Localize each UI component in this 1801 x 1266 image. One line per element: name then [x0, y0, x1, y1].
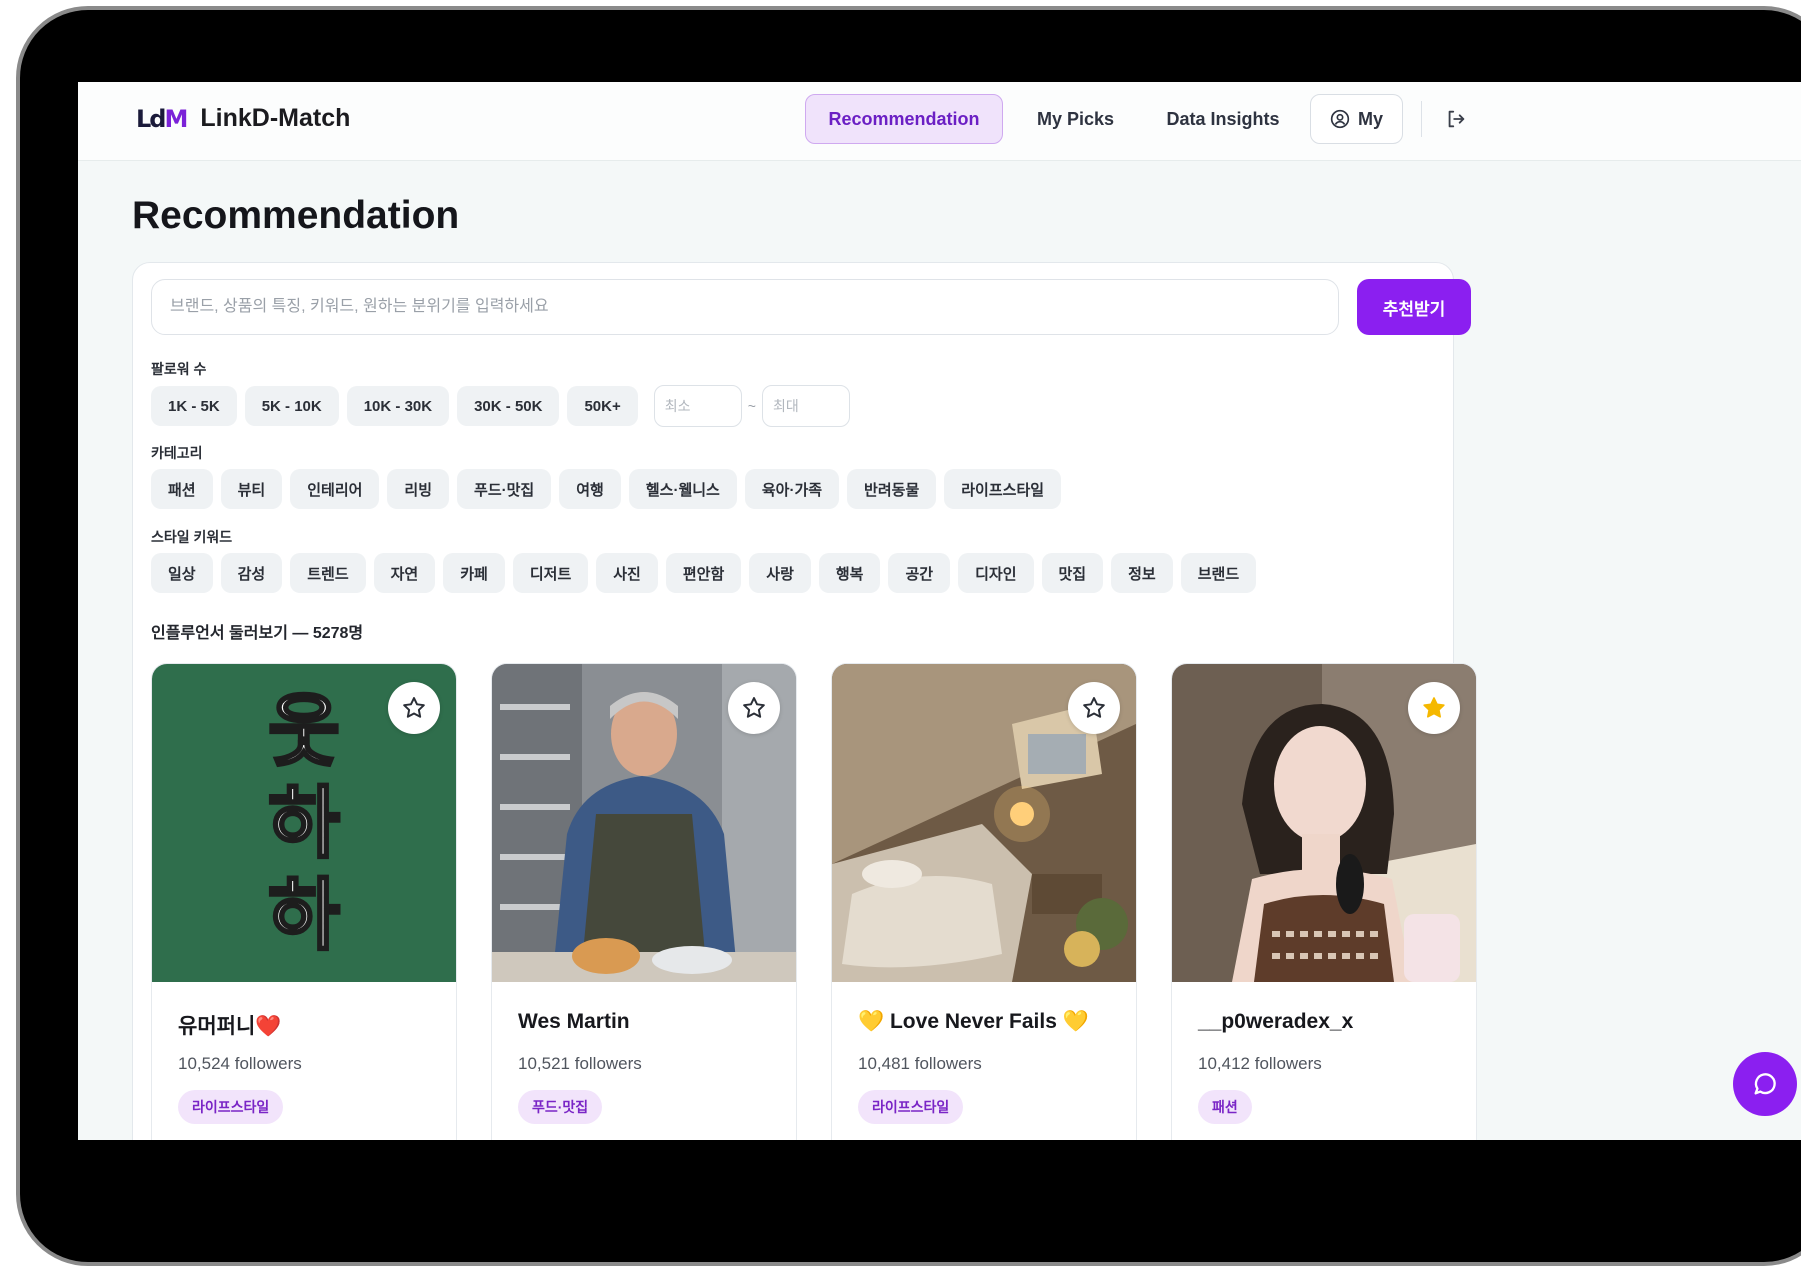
- category-chip[interactable]: 반려동물: [847, 469, 937, 509]
- favorite-button[interactable]: [1408, 682, 1460, 734]
- style-chip[interactable]: 디자인: [958, 553, 1034, 593]
- logo-mark: LdM: [136, 104, 188, 133]
- app-name: LinkD-Match: [200, 104, 351, 132]
- style-chip[interactable]: 사진: [596, 553, 658, 593]
- image-text: 웃하하: [267, 686, 342, 963]
- app-screen: LdM LinkD-Match Recommendation My Picks …: [78, 82, 1801, 1140]
- category-chip[interactable]: 여행: [559, 469, 621, 509]
- influencer-card[interactable]: 💛 Love Never Fails 💛 10,481 followers 라이…: [831, 663, 1137, 1140]
- influencer-followers: 10,521 followers: [518, 1054, 642, 1073]
- influencer-card-list: 웃하하 유머퍼니❤️ 10,524 followers 라이프스타일 Wes M…: [151, 663, 1477, 1140]
- influencer-card[interactable]: Wes Martin 10,521 followers 푸드·맛집: [491, 663, 797, 1140]
- star-outline-icon: [1083, 697, 1105, 718]
- recommend-button[interactable]: 추천받기: [1357, 279, 1471, 335]
- style-chip[interactable]: 감성: [220, 553, 283, 593]
- influencer-category-tag: 패션: [1198, 1090, 1252, 1124]
- followers-chip[interactable]: 30K - 50K: [457, 386, 560, 426]
- influencer-name: Wes Martin: [518, 1010, 630, 1033]
- influencer-followers: 10,412 followers: [1198, 1054, 1322, 1073]
- category-filter-label: 카테고리: [151, 445, 203, 461]
- nav-data-insights[interactable]: Data Insights: [1148, 94, 1298, 144]
- favorite-button[interactable]: [1068, 682, 1120, 734]
- followers-chip[interactable]: 5K - 10K: [244, 386, 339, 426]
- influencer-image: [832, 664, 1136, 982]
- style-chip[interactable]: 브랜드: [1180, 553, 1257, 593]
- range-tilde: ~: [747, 398, 756, 414]
- top-nav: LdM LinkD-Match Recommendation My Picks …: [78, 82, 1801, 161]
- favorite-button[interactable]: [388, 682, 440, 734]
- followers-min-input[interactable]: [653, 385, 742, 427]
- followers-chip[interactable]: 10K - 30K: [346, 386, 450, 426]
- browse-count-label: 인플루언서 둘러보기 — 5278명: [151, 625, 364, 642]
- category-chip[interactable]: 푸드·맛집: [457, 469, 552, 509]
- nav-divider: [1421, 101, 1422, 137]
- influencer-name: __p0weradex_x: [1198, 1010, 1354, 1033]
- style-chip[interactable]: 디저트: [512, 553, 589, 593]
- nav-my-label: My: [1357, 108, 1383, 129]
- category-chip[interactable]: 헬스·웰니스: [628, 469, 737, 509]
- chat-bubble-icon: [1754, 1073, 1776, 1095]
- influencer-image: [492, 664, 796, 982]
- influencer-name: 유머퍼니❤️: [178, 1015, 282, 1038]
- category-chip[interactable]: 육아·가족: [744, 469, 840, 509]
- chat-button[interactable]: [1733, 1052, 1797, 1116]
- style-chip[interactable]: 사랑: [749, 553, 811, 593]
- influencer-name: 💛 Love Never Fails 💛: [858, 1010, 1089, 1033]
- influencer-image: [1172, 664, 1476, 982]
- influencer-followers: 10,481 followers: [858, 1054, 982, 1073]
- favorite-button[interactable]: [728, 682, 780, 734]
- influencer-followers: 10,524 followers: [178, 1054, 302, 1073]
- star-outline-icon: [743, 697, 765, 718]
- style-chip[interactable]: 일상: [151, 553, 213, 593]
- nav-recommendation[interactable]: Recommendation: [805, 94, 1003, 144]
- logout-button[interactable]: [1440, 103, 1472, 135]
- style-chip[interactable]: 편안함: [665, 553, 742, 593]
- user-circle-icon: [1330, 109, 1350, 129]
- influencer-image: 웃하하: [152, 664, 456, 982]
- style-filter-label: 스타일 키워드: [151, 529, 233, 545]
- influencer-category-tag: 푸드·맛집: [518, 1090, 603, 1124]
- style-chip[interactable]: 트렌드: [290, 553, 366, 593]
- search-input[interactable]: [151, 279, 1339, 335]
- nav-my-button[interactable]: My: [1310, 94, 1403, 144]
- category-chip[interactable]: 인테리어: [290, 469, 380, 509]
- influencer-category-tag: 라이프스타일: [858, 1090, 964, 1124]
- style-chip[interactable]: 행복: [818, 553, 881, 593]
- category-filter-row: 패션 뷰티 인테리어 리빙 푸드·맛집 여행 헬스·웰니스 육아·가족 반려동물…: [151, 469, 1062, 509]
- style-chip[interactable]: 맛집: [1041, 553, 1104, 593]
- nav-links: Recommendation My Picks Data Insights My: [805, 94, 1472, 144]
- star-filled-icon: [1423, 697, 1445, 718]
- followers-chip[interactable]: 50K+: [567, 386, 638, 426]
- influencer-category-tag: 라이프스타일: [178, 1090, 284, 1124]
- logo[interactable]: LdM LinkD-Match: [136, 104, 350, 133]
- style-chip[interactable]: 자연: [373, 553, 436, 593]
- star-outline-icon: [403, 697, 425, 718]
- style-chip[interactable]: 공간: [888, 553, 951, 593]
- style-chip[interactable]: 정보: [1111, 553, 1173, 593]
- influencer-card[interactable]: __p0weradex_x 10,412 followers 패션: [1171, 663, 1477, 1140]
- followers-filter-row: 1K - 5K 5K - 10K 10K - 30K 30K - 50K 50K…: [151, 385, 850, 427]
- followers-chip[interactable]: 1K - 5K: [151, 386, 237, 426]
- style-filter-row: 일상 감성 트렌드 자연 카페 디저트 사진 편안함 사랑 행복 공간 디자인 …: [151, 553, 1257, 593]
- page-title: Recommendation: [132, 194, 460, 237]
- category-chip[interactable]: 뷰티: [220, 469, 283, 509]
- category-chip[interactable]: 리빙: [387, 469, 450, 509]
- followers-filter-label: 팔로워 수: [151, 361, 207, 377]
- category-chip[interactable]: 패션: [151, 469, 213, 509]
- category-chip[interactable]: 라이프스타일: [944, 469, 1062, 509]
- style-chip[interactable]: 카페: [443, 553, 505, 593]
- logout-icon: [1448, 110, 1465, 128]
- nav-my-picks[interactable]: My Picks: [1003, 94, 1148, 144]
- recommendation-panel: 추천받기 팔로워 수 1K - 5K 5K - 10K 10K - 30K 30…: [132, 262, 1477, 1140]
- followers-max-input[interactable]: [761, 385, 850, 427]
- influencer-card[interactable]: 웃하하 유머퍼니❤️ 10,524 followers 라이프스타일: [151, 663, 457, 1140]
